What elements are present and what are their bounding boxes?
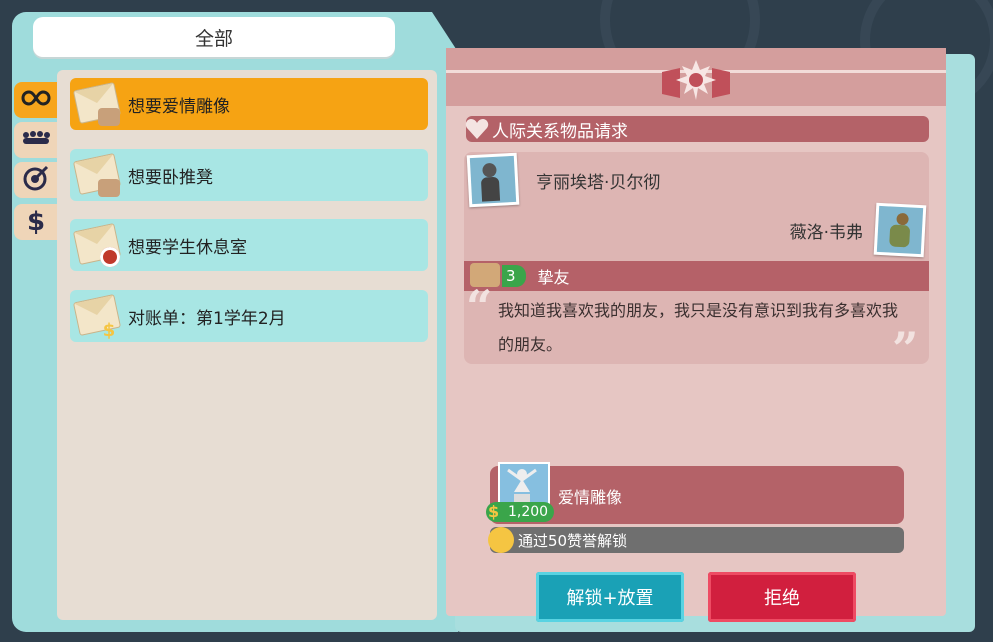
- unlock-place-button[interactable]: 解锁+放置: [536, 572, 684, 622]
- unlock-text: 通过50赞誉解锁: [518, 531, 628, 550]
- handshake-icon: [98, 179, 120, 197]
- relationship-bar: 3 挚友: [464, 261, 929, 291]
- unlock-requirement: 通过50赞誉解锁: [488, 527, 904, 553]
- reject-button[interactable]: 拒绝: [708, 572, 856, 622]
- request-item-label: 想要学生休息室: [128, 237, 247, 258]
- request-item-love-statue[interactable]: 想要爱情雕像: [70, 78, 428, 130]
- infinity-icon: [21, 88, 51, 112]
- request-item-label: 想要爱情雕像: [128, 96, 230, 117]
- handshake-icon: [98, 108, 120, 126]
- letter-icon: [70, 78, 124, 130]
- relationship-level: 3: [502, 265, 526, 287]
- request-item-statement[interactable]: $ 对账单：第1学年2月: [70, 290, 428, 342]
- category-tab-target[interactable]: [14, 162, 58, 198]
- relationship-card: 亨丽埃塔·贝尔彻 薇洛·韦弗 3 挚友 “ 我知道我喜欢我的朋友，我只是没有意识…: [464, 152, 929, 364]
- coin-icon: $: [488, 502, 500, 521]
- category-tab-people[interactable]: [14, 122, 58, 158]
- request-item-label: 对账单：第1学年2月: [128, 308, 286, 329]
- person-row-b: 薇洛·韦弗: [464, 202, 929, 258]
- category-tab-all[interactable]: [14, 82, 58, 118]
- request-item-bench[interactable]: 想要卧推凳: [70, 149, 428, 201]
- request-item-student-lounge[interactable]: 想要学生休息室: [70, 219, 428, 271]
- section-header: 人际关系物品请求: [465, 116, 929, 142]
- person-a-name: 亨丽埃塔·贝尔彻: [536, 172, 661, 193]
- seal-emblem-icon: [660, 58, 732, 102]
- category-tab-finance[interactable]: $: [14, 204, 58, 240]
- target-icon: [23, 165, 49, 195]
- avatar: [873, 202, 927, 258]
- price-tag: $ 1,200: [486, 502, 555, 522]
- reward-name: 爱情雕像: [558, 488, 623, 507]
- dollar-icon: $: [26, 207, 46, 237]
- target-icon: [100, 247, 120, 267]
- reward-item[interactable]: 爱情雕像 $ 1,200: [486, 462, 904, 524]
- relationship-label: 挚友: [537, 268, 570, 287]
- request-detail-panel: 人际关系物品请求 亨丽埃塔·贝尔彻 薇洛·韦弗 3 挚友 “ 我知道我喜欢我的朋…: [446, 48, 946, 622]
- person-row-a: 亨丽埃塔·贝尔彻: [464, 152, 929, 208]
- close-quote-icon: ”: [892, 322, 919, 364]
- open-quote-icon: “: [466, 280, 493, 334]
- section-title: 人际关系物品请求: [492, 121, 628, 142]
- request-item-label: 想要卧推凳: [128, 167, 213, 188]
- price-value: 1,200: [508, 504, 549, 520]
- person-b-name: 薇洛·韦弗: [789, 222, 863, 243]
- heart-icon: [462, 116, 492, 142]
- avatar: [466, 152, 520, 208]
- letter-icon: $: [70, 290, 124, 342]
- dollar-icon: $: [102, 320, 116, 341]
- filter-tab-all[interactable]: 全部: [33, 17, 395, 57]
- kudos-lock-icon: [488, 527, 514, 553]
- letter-icon: [70, 219, 124, 271]
- quote-text: 我知道我喜欢我的朋友，我只是没有意识到我有多喜欢我的朋友。: [498, 301, 899, 354]
- letter-icon: [70, 149, 124, 201]
- crowd-icon: [21, 128, 51, 152]
